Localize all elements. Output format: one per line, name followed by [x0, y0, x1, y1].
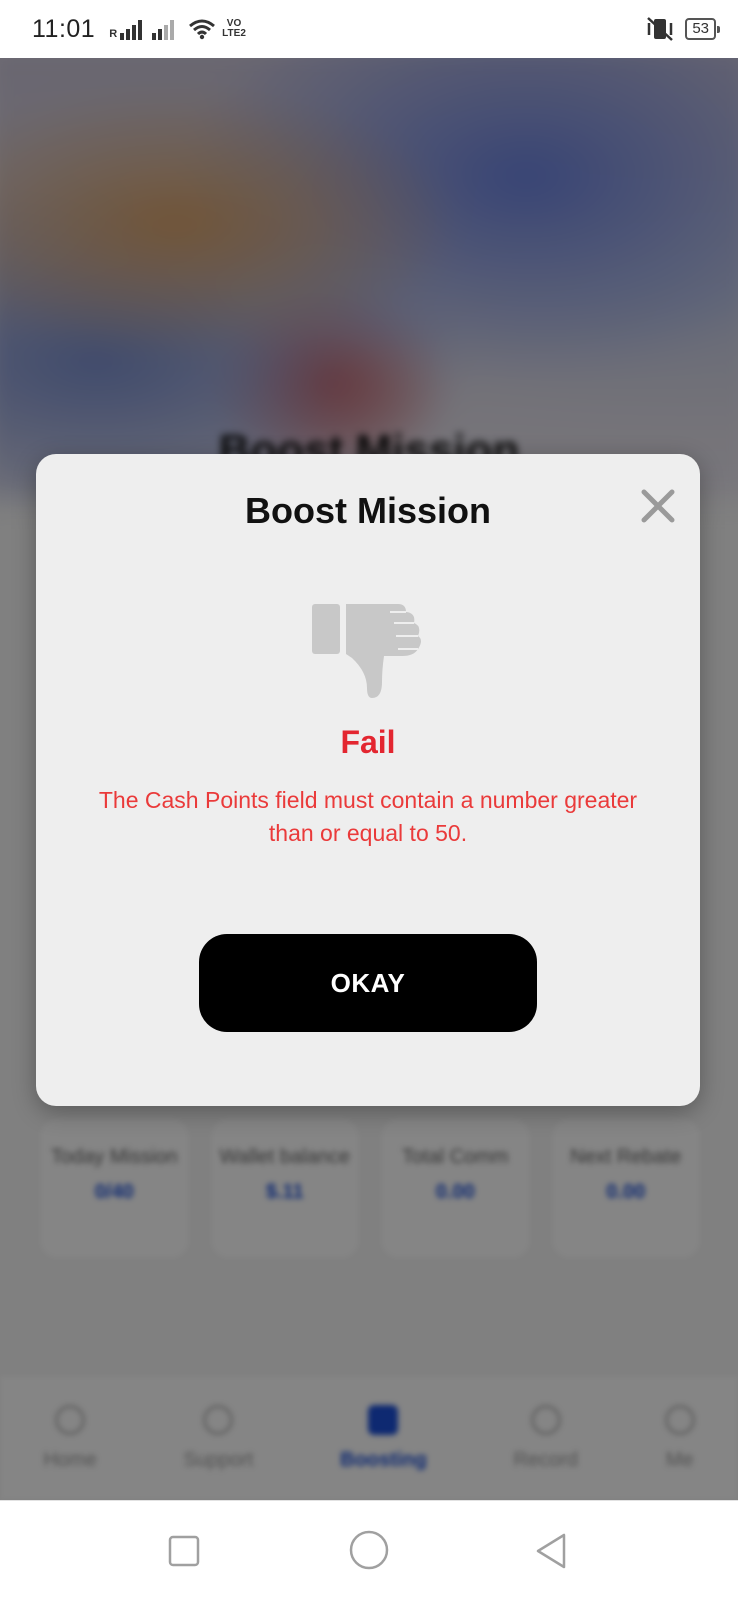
fail-dialog: Boost Mission Fail The Cash Points field… — [36, 454, 700, 1106]
home-button-icon[interactable] — [348, 1529, 390, 1571]
recent-apps-icon[interactable] — [164, 1531, 204, 1571]
back-icon[interactable] — [532, 1531, 572, 1571]
okay-button[interactable]: OKAY — [199, 934, 537, 1032]
vibrate-mute-icon — [647, 17, 674, 41]
signal-icon-sim2 — [152, 18, 176, 40]
signal-icon: R — [109, 18, 144, 40]
volte-bottom: LTE2 — [222, 28, 246, 39]
roaming-indicator: R — [109, 28, 118, 40]
battery-indicator: 53 — [685, 18, 720, 40]
status-right: 53 — [645, 16, 720, 42]
screen: 11:01 R VO LTE2 53 Boost Mission Today M… — [0, 0, 738, 1600]
status-bar: 11:01 R VO LTE2 53 — [0, 0, 738, 58]
volte-indicator: VO LTE2 — [222, 19, 246, 39]
system-nav-bar — [0, 1500, 738, 1600]
error-message: The Cash Points field must contain a num… — [98, 787, 638, 846]
status-time: 11:01 — [32, 14, 96, 43]
wifi-icon — [189, 19, 216, 40]
close-icon[interactable] — [636, 484, 680, 528]
thumbs-down-icon — [312, 604, 421, 698]
fail-status-text: Fail — [340, 724, 396, 760]
dialog-title: Boost Mission — [244, 490, 491, 531]
